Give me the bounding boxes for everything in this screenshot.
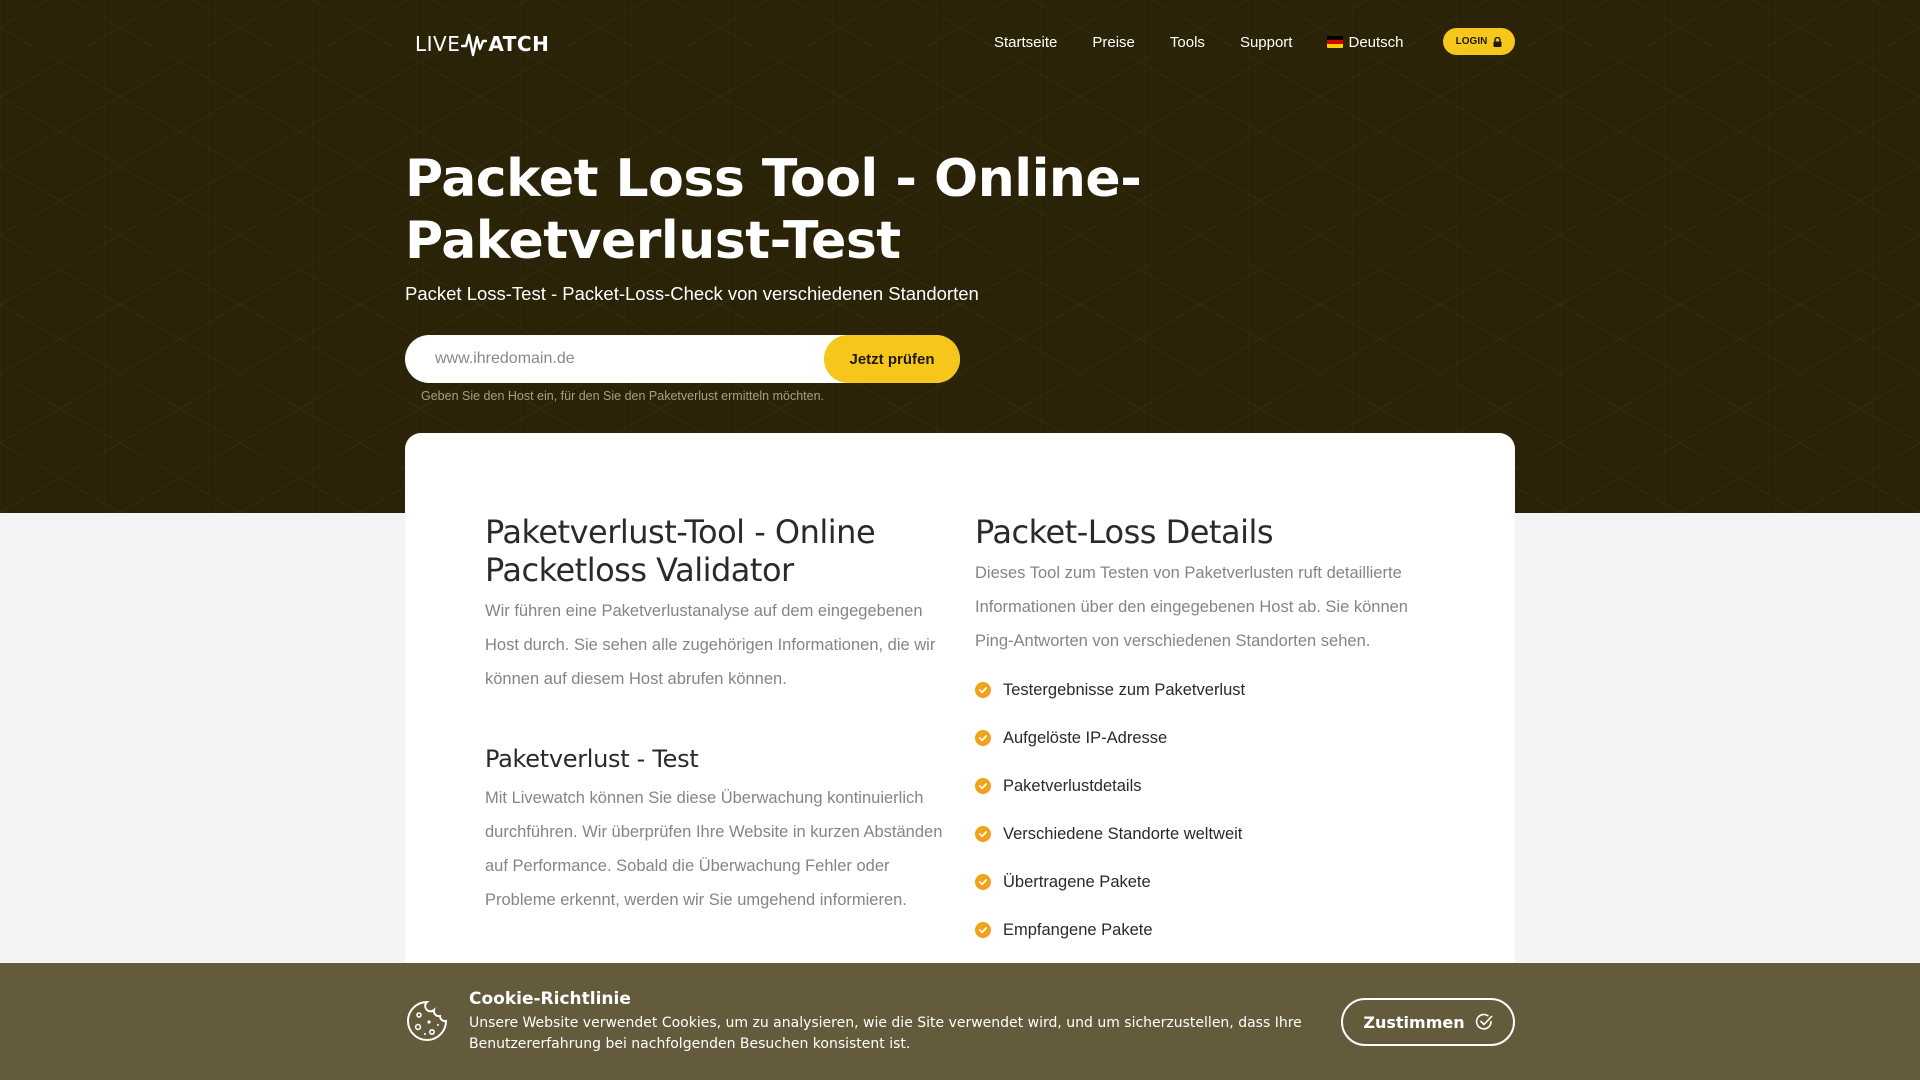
feature-item: Übertragene Pakete	[975, 858, 1445, 906]
login-label: LOGIN	[1455, 36, 1488, 47]
page-subtitle: Packet Loss-Test - Packet-Loss-Check von…	[405, 283, 979, 304]
nav-support[interactable]: Support	[1240, 34, 1293, 51]
feature-label: Verschiedene Standorte weltweit	[1003, 824, 1243, 843]
feature-item: Aufgelöste IP-Adresse	[975, 714, 1445, 762]
feature-label: Aufgelöste IP-Adresse	[1003, 728, 1168, 747]
feature-item: Verschiedene Standorte weltweit	[975, 810, 1445, 858]
intro-text: Wir führen eine Paketverlustanalyse auf …	[485, 602, 936, 688]
test-text: Mit Livewatch können Sie diese Überwachu…	[485, 789, 943, 909]
lock-icon	[1493, 36, 1502, 47]
cookie-title: Cookie-Richtlinie	[469, 989, 631, 1009]
language-selector[interactable]: Deutsch	[1327, 33, 1404, 51]
main-nav: Startseite Preise Tools Support Deutsch	[994, 30, 1439, 54]
logo-text-live: LIVE	[415, 32, 461, 56]
nav-tools[interactable]: Tools	[1170, 34, 1205, 51]
nav-startseite[interactable]: Startseite	[994, 34, 1057, 51]
details-text: Dieses Tool zum Testen von Paketverluste…	[975, 564, 1408, 650]
login-button[interactable]: LOGIN	[1443, 28, 1515, 55]
details-column: Packet-Loss Details Dieses Tool zum Test…	[975, 513, 1445, 954]
logo-text-watch: ATCH	[488, 32, 550, 56]
feature-label: Paketverlustdetails	[1003, 776, 1142, 795]
feature-list: Testergebnisse zum Paketverlust Aufgelös…	[975, 666, 1445, 954]
feature-label: Testergebnisse zum Paketverlust	[1003, 680, 1246, 699]
check-circle-icon	[975, 874, 991, 890]
feature-item: Testergebnisse zum Paketverlust	[975, 666, 1445, 714]
livewatch-logo[interactable]: LIVE ATCH	[415, 28, 549, 60]
nav-preise[interactable]: Preise	[1092, 34, 1135, 51]
check-circle-icon	[975, 730, 991, 746]
cookie-banner: Cookie-Richtlinie Unsere Website verwend…	[0, 963, 1920, 1080]
accept-cookies-button[interactable]: Zustimmen	[1341, 998, 1515, 1046]
feature-item: Paketverlustdetails	[975, 762, 1445, 810]
cookie-icon	[407, 1000, 448, 1041]
logo-wave-icon	[461, 33, 488, 57]
feature-label: Empfangene Pakete	[1003, 920, 1153, 939]
test-section: Paketverlust - Test Mit Livewatch können…	[485, 744, 945, 917]
language-label: Deutsch	[1348, 33, 1404, 51]
test-heading: Paketverlust - Test	[485, 745, 699, 773]
intro-heading: Paketverlust-Tool - Online Packetloss Va…	[485, 513, 876, 589]
host-search-form: Jetzt prüfen	[405, 335, 960, 383]
host-input[interactable]	[435, 335, 815, 383]
check-circle-icon	[975, 682, 991, 698]
feature-label: Übertragene Pakete	[1003, 872, 1151, 891]
check-circle-icon	[975, 922, 991, 938]
check-circle-icon	[975, 826, 991, 842]
flag-de-icon	[1327, 36, 1344, 48]
accept-label: Zustimmen	[1363, 1012, 1465, 1032]
page-title: Packet Loss Tool - Online-Paketverlust-T…	[405, 149, 1142, 271]
details-heading: Packet-Loss Details	[975, 513, 1274, 551]
check-now-button[interactable]: Jetzt prüfen	[824, 335, 960, 383]
check-outline-icon	[1475, 1013, 1492, 1030]
host-input-hint: Geben Sie den Host ein, für den Sie den …	[421, 389, 825, 403]
intro-column: Paketverlust-Tool - Online Packetloss Va…	[485, 513, 945, 917]
check-circle-icon	[975, 778, 991, 794]
feature-item: Empfangene Pakete	[975, 906, 1445, 954]
cookie-text: Unsere Website verwendet Cookies, um zu …	[469, 1015, 1302, 1052]
